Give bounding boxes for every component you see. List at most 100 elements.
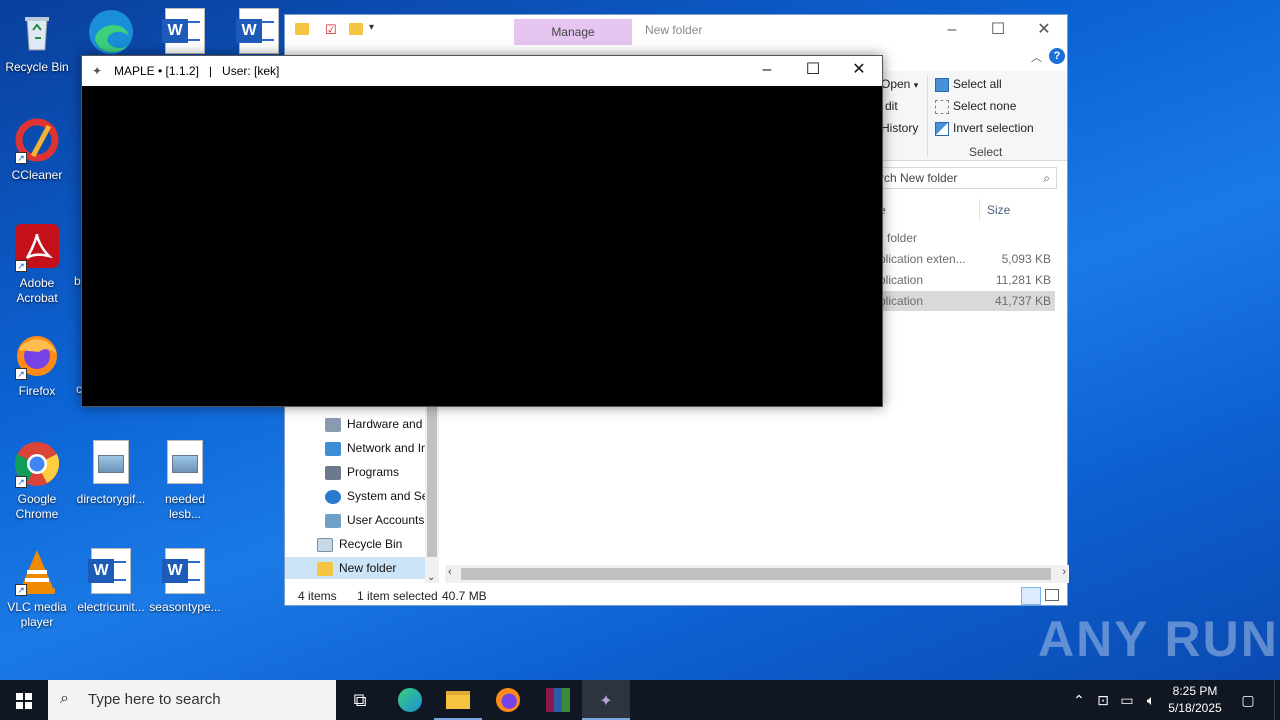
scroll-left-icon[interactable]: ‹ <box>448 566 452 578</box>
invert-selection-icon <box>935 121 949 136</box>
desktop-icon-label: Adobe Acrobat <box>16 276 58 305</box>
nav-item-recycle-bin[interactable]: Recycle Bin <box>317 537 425 552</box>
desktop-icon-seasontype[interactable]: W seasontype... <box>148 548 222 615</box>
tab-manage[interactable]: Manage <box>514 19 632 45</box>
maple-content-area[interactable] <box>82 86 882 406</box>
desktop-icon-edge[interactable] <box>74 8 148 60</box>
column-divider[interactable] <box>979 199 980 221</box>
desktop-icon-directorygif[interactable]: directorygif... <box>74 440 148 507</box>
acrobat-icon: ↗ <box>13 224 61 272</box>
desktop-icon-electricunit[interactable]: W electricunit... <box>74 548 148 615</box>
programs-icon <box>325 465 341 480</box>
nav-item-user-accounts[interactable]: User Accounts <box>325 513 425 528</box>
volume-icon[interactable]: 🔈︎ <box>1140 680 1162 720</box>
recycle-bin-icon <box>317 537 333 552</box>
explorer-maximize-button[interactable]: ☐ <box>975 20 1021 42</box>
meet-now-icon[interactable]: ⊡ <box>1092 680 1114 720</box>
help-icon[interactable]: ? <box>1049 48 1065 64</box>
history-button[interactable]: History <box>881 121 918 135</box>
taskbar: ⌕ Type here to search ⧉ ✦ ⌃ ⊡ ▭ 🔈︎ 8:25 … <box>0 680 1280 720</box>
desktop-icon-firefox[interactable]: ↗ Firefox <box>0 332 74 399</box>
task-view-icon: ⧉ <box>353 690 367 710</box>
desktop-icon-neededlesb[interactable]: needed lesb... <box>148 440 222 522</box>
network-icon <box>325 441 341 456</box>
folder-icon <box>295 23 309 35</box>
maple-close-button[interactable]: ✕ <box>836 56 882 86</box>
task-view-button[interactable]: ⧉ <box>336 680 384 720</box>
explorer-close-button[interactable]: ✕ <box>1021 20 1067 42</box>
nav-item-hardware[interactable]: Hardware and <box>325 417 425 432</box>
vlc-icon: ↗ <box>13 548 61 596</box>
desktop-icon-label: Recycle Bin <box>5 60 69 74</box>
image-file-icon <box>93 440 129 484</box>
user-accounts-icon <box>325 513 341 528</box>
search-icon: ⌕ <box>1043 171 1050 185</box>
taskbar-firefox[interactable] <box>484 680 532 720</box>
show-hidden-icons-button[interactable]: ⌃ <box>1068 680 1090 720</box>
nav-item-system[interactable]: System and Sec <box>325 489 425 504</box>
maple-window: ✦ MAPLE • [1.1.2] | User: [kek] – ☐ ✕ <box>81 55 883 407</box>
nav-item-new-folder[interactable]: New folder <box>317 561 425 576</box>
file-row[interactable]: plication exten... 5,093 KB <box>879 249 1055 269</box>
content-horizontal-scrollbar[interactable]: ‹ › <box>445 565 1069 583</box>
hardware-icon <box>325 417 341 432</box>
search-icon: ⌕ <box>60 690 69 707</box>
taskbar-maple[interactable]: ✦ <box>582 680 630 720</box>
scrollbar-thumb[interactable] <box>427 407 437 557</box>
new-folder-icon[interactable] <box>349 23 363 35</box>
status-bar: 4 items 1 item selected 40.7 MB <box>285 585 1067 607</box>
network-icon[interactable]: ▭ <box>1116 680 1138 720</box>
clock[interactable]: 8:25 PM 5/18/2025 <box>1162 683 1228 717</box>
scroll-down-icon[interactable]: ⌄ <box>427 572 435 583</box>
properties-icon[interactable]: ☑ <box>325 22 337 38</box>
open-button[interactable]: Open ▾ <box>881 77 918 91</box>
search-input[interactable]: rch New folder ⌕ <box>879 167 1057 189</box>
ccleaner-icon: ↗ <box>13 116 61 164</box>
select-all-button[interactable]: Select all <box>935 77 1002 92</box>
details-view-icon[interactable] <box>1021 587 1041 605</box>
nav-vertical-scrollbar[interactable]: ⌄ <box>425 407 439 583</box>
desktop-icon-word-1[interactable]: W <box>148 8 222 54</box>
show-desktop-button[interactable] <box>1274 680 1280 720</box>
start-button[interactable] <box>0 680 48 720</box>
maple-minimize-button[interactable]: – <box>744 56 790 86</box>
file-row[interactable]: folder <box>879 228 1055 248</box>
status-item-count: 4 items <box>298 589 337 603</box>
maple-maximize-button[interactable]: ☐ <box>790 56 836 86</box>
invert-selection-button[interactable]: Invert selection <box>935 121 1034 136</box>
file-row-selected[interactable]: plication 41,737 KB <box>879 291 1055 311</box>
system-security-icon <box>325 489 341 504</box>
nav-item-programs[interactable]: Programs <box>325 465 425 480</box>
edge-icon <box>398 688 422 712</box>
desktop-icon-vlc[interactable]: ↗ VLC media player <box>0 548 74 630</box>
edit-button[interactable]: dit <box>885 99 898 113</box>
taskbar-file-explorer[interactable] <box>434 680 482 720</box>
select-none-button[interactable]: Select none <box>935 99 1016 114</box>
desktop-icon-ccleaner[interactable]: ↗ CCleaner <box>0 116 74 183</box>
status-selected: 1 item selected <box>357 589 438 603</box>
nav-item-network[interactable]: Network and In <box>325 441 425 456</box>
desktop-icon-label: VLC media player <box>7 600 67 629</box>
clock-time: 8:25 PM <box>1172 684 1218 698</box>
large-icons-view-icon[interactable] <box>1045 589 1059 601</box>
notifications-button[interactable]: ▢ <box>1236 680 1260 720</box>
scrollbar-thumb[interactable] <box>461 568 1051 580</box>
desktop-icon-adobe-acrobat[interactable]: ↗ Adobe Acrobat <box>0 224 74 306</box>
taskbar-edge[interactable] <box>386 680 434 720</box>
desktop-icon-label: Firefox <box>18 384 56 398</box>
column-header-size[interactable]: Size <box>987 203 1010 217</box>
taskbar-winrar[interactable] <box>534 680 582 720</box>
edge-icon <box>87 8 135 56</box>
desktop-icon-recycle-bin[interactable]: Recycle Bin <box>0 8 74 75</box>
scroll-right-icon[interactable]: › <box>1062 566 1066 578</box>
word-document-icon: W <box>236 8 279 54</box>
maple-titlebar[interactable]: ✦ MAPLE • [1.1.2] | User: [kek] – ☐ ✕ <box>82 56 882 86</box>
desktop-icon-label: seasontype... <box>149 600 221 614</box>
quick-access-dropdown-icon[interactable]: ▾ <box>369 22 374 33</box>
shortcut-arrow-icon: ↗ <box>15 368 27 380</box>
explorer-minimize-button[interactable]: – <box>929 20 975 42</box>
file-row[interactable]: plication 11,281 KB <box>879 270 1055 290</box>
desktop-icon-google-chrome[interactable]: ↗ Google Chrome <box>0 440 74 522</box>
taskbar-search-input[interactable]: ⌕ Type here to search <box>48 680 336 720</box>
ribbon-collapse-icon[interactable]: ︿ <box>1031 49 1042 65</box>
